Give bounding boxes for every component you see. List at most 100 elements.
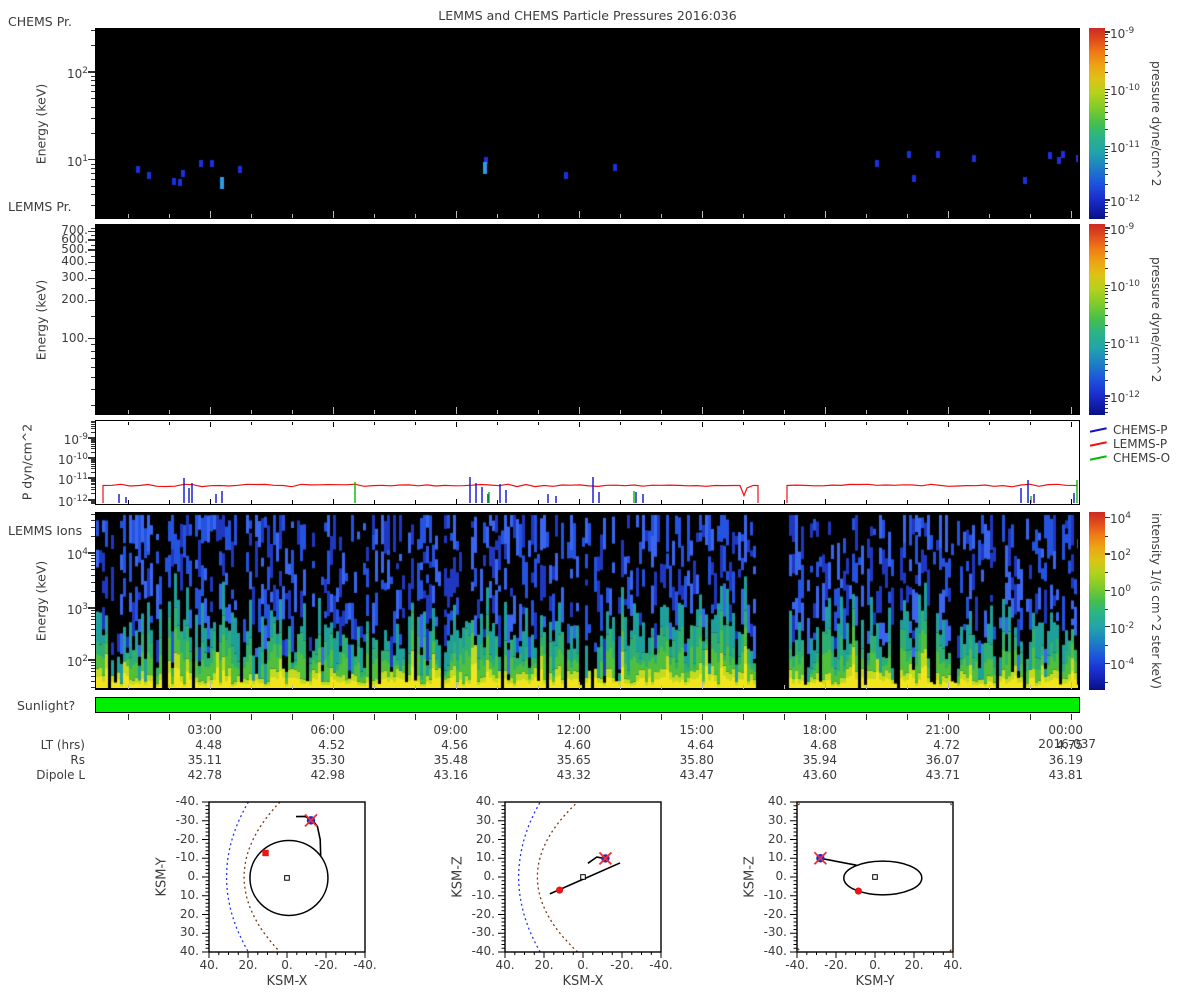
tick-mark bbox=[620, 409, 622, 414]
tick-mark bbox=[88, 239, 95, 241]
tick-mark bbox=[91, 316, 95, 318]
tick-mark bbox=[91, 85, 95, 87]
tick-label: 40. bbox=[475, 794, 495, 808]
tick-mark bbox=[88, 299, 95, 302]
tick-mark bbox=[1105, 681, 1108, 683]
tick-mark bbox=[210, 421, 211, 427]
tick-mark bbox=[1105, 129, 1108, 131]
tick-mark bbox=[743, 500, 744, 504]
tick-label: 10. bbox=[475, 850, 495, 865]
tick-label: 10-9 bbox=[1110, 221, 1135, 237]
tick-label: 20. bbox=[767, 831, 787, 846]
tick-mark bbox=[374, 713, 376, 720]
tick-mark bbox=[866, 213, 868, 218]
tick-mark bbox=[91, 462, 95, 464]
tick-mark bbox=[292, 684, 294, 689]
tick-label: 10-10 bbox=[1110, 279, 1140, 295]
lemms-pressure-spectrogram bbox=[95, 224, 1080, 415]
tick-label: 0. bbox=[187, 869, 199, 883]
tick-mark bbox=[91, 376, 95, 378]
tick-mark bbox=[91, 675, 95, 677]
tick-mark bbox=[251, 213, 253, 218]
tick-label: 03:00 bbox=[187, 722, 222, 737]
tick-mark bbox=[169, 213, 171, 218]
tick-mark bbox=[91, 133, 95, 135]
tick-mark bbox=[1105, 119, 1108, 120]
tick-mark bbox=[1105, 215, 1108, 217]
tick-label: 35.11 bbox=[187, 753, 222, 767]
tick-mark bbox=[1105, 202, 1108, 204]
tick-label: 10-4 bbox=[1110, 657, 1135, 673]
tick-label: 35.80 bbox=[679, 753, 714, 767]
tick-mark bbox=[91, 29, 95, 31]
tick-label: 35.65 bbox=[556, 753, 591, 767]
tick-mark bbox=[784, 713, 786, 720]
tick-label: -20. bbox=[471, 906, 495, 921]
tick-mark bbox=[91, 425, 95, 427]
tick-mark bbox=[91, 558, 95, 560]
tick-mark bbox=[91, 623, 95, 625]
tick-mark bbox=[661, 684, 663, 689]
tick-label: 35.48 bbox=[433, 753, 468, 767]
orbit_ksmy_vs_ksmx bbox=[202, 801, 366, 958]
tick-mark bbox=[91, 479, 95, 481]
tick-mark bbox=[702, 211, 704, 218]
tick-label: 43.60 bbox=[802, 768, 837, 782]
tick-label: 43.81 bbox=[1048, 768, 1083, 782]
tick-mark bbox=[91, 438, 95, 440]
tick-label: 20. bbox=[238, 958, 258, 972]
tick-label: 30. bbox=[475, 812, 495, 827]
tick-label: 101 bbox=[66, 153, 88, 169]
tick-mark bbox=[91, 619, 95, 621]
tick-mark bbox=[91, 45, 95, 47]
tick-mark bbox=[169, 421, 170, 425]
tick-mark bbox=[1105, 162, 1108, 164]
tick-mark bbox=[702, 421, 703, 427]
tick-mark bbox=[1105, 350, 1108, 352]
tick-mark bbox=[538, 213, 540, 218]
tick-mark bbox=[88, 230, 95, 233]
tick-mark bbox=[661, 500, 662, 504]
tick-label: 10. bbox=[767, 850, 787, 865]
tick-mark bbox=[1071, 498, 1072, 504]
tick-mark bbox=[91, 344, 95, 346]
tick-mark bbox=[292, 421, 293, 425]
tick-mark bbox=[1105, 267, 1108, 269]
tick-label: LT (hrs) bbox=[40, 738, 85, 752]
tick-label: 10-2 bbox=[1110, 620, 1135, 636]
tick-mark bbox=[743, 713, 745, 720]
tick-mark bbox=[1105, 354, 1108, 356]
tick-mark bbox=[91, 468, 95, 470]
legend-label-lemms-p: LEMMS-P bbox=[1113, 437, 1168, 451]
tick-mark bbox=[91, 555, 95, 557]
tick-mark bbox=[702, 407, 704, 414]
tick-mark bbox=[1105, 398, 1108, 400]
tick-mark bbox=[579, 407, 581, 414]
tick-mark bbox=[989, 213, 991, 218]
tick-mark bbox=[825, 421, 826, 427]
tick-mark bbox=[91, 671, 95, 673]
tick-label: 40. bbox=[943, 958, 963, 972]
tick-mark bbox=[91, 458, 95, 460]
tick-mark bbox=[1105, 297, 1108, 299]
tick-mark bbox=[948, 713, 950, 720]
orbit2-xlabel: KSM-X bbox=[562, 974, 604, 989]
tick-mark bbox=[251, 684, 253, 689]
tick-mark bbox=[825, 682, 827, 689]
tick-label: 20. bbox=[904, 958, 924, 972]
start-marker bbox=[854, 887, 863, 895]
tick-label: 400. bbox=[61, 254, 88, 269]
tick-mark bbox=[907, 213, 909, 218]
tick-mark bbox=[88, 249, 95, 251]
tick-mark bbox=[91, 502, 95, 504]
tick-label: -40. bbox=[175, 794, 199, 808]
tick-mark bbox=[1105, 608, 1108, 610]
tick-label: -20. bbox=[824, 958, 848, 972]
tick-label: -40. bbox=[763, 944, 787, 958]
tick-mark bbox=[1105, 307, 1108, 309]
tick-label: -40. bbox=[785, 958, 809, 972]
tick-mark bbox=[620, 713, 622, 720]
tick-mark bbox=[333, 498, 334, 504]
tick-mark bbox=[91, 610, 95, 612]
tick-mark bbox=[169, 409, 171, 414]
